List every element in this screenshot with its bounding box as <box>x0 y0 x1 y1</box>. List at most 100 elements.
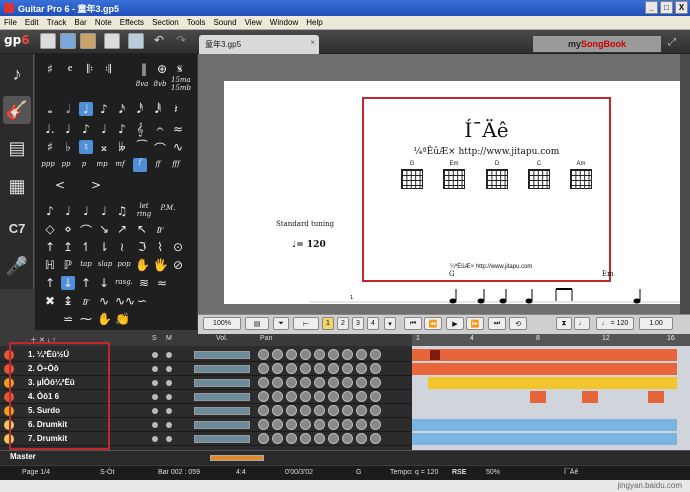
accent-note-icon[interactable]: ♪ <box>43 204 57 218</box>
repeat-close-icon[interactable]: 𝄇 <box>101 62 115 77</box>
voice-3-button[interactable]: 3 <box>352 317 364 330</box>
volume-swell-icon[interactable]: ✖ <box>43 294 57 308</box>
solo-toggle[interactable] <box>152 352 158 358</box>
solo-toggle[interactable] <box>152 408 158 414</box>
pick-up-icon[interactable]: ↿ <box>79 240 93 254</box>
view-mode-icon[interactable]: ⏷ <box>273 317 289 330</box>
natural-icon[interactable]: ♮ <box>79 140 93 154</box>
heavy-accent-icon[interactable]: ♩ <box>79 204 93 218</box>
solo-toggle[interactable] <box>152 394 158 400</box>
voice-1-button[interactable]: 1 <box>322 317 334 330</box>
rasgueado-button[interactable]: rasg. <box>115 278 133 286</box>
grace-note-icon[interactable]: ♪ <box>115 122 129 136</box>
timeline-bars-track-3[interactable] <box>428 377 677 389</box>
tremolo-bar-icon[interactable]: ≈ <box>171 122 185 136</box>
staccato-icon[interactable]: ♩ <box>61 204 75 218</box>
sixty-fourth-note-icon[interactable]: 𝅘𝅥𝅱 <box>151 102 165 117</box>
tab-up-icon[interactable]: ↥ <box>61 240 75 254</box>
dead-note-icon[interactable]: ♫ <box>115 204 129 218</box>
menu-track[interactable]: Track <box>43 18 71 27</box>
first-bar-icon[interactable]: ⏮ <box>404 317 422 330</box>
volume-slider[interactable] <box>194 393 250 401</box>
octave-8va-button[interactable]: 8va <box>135 80 149 88</box>
sharp-icon[interactable]: ♯ <box>43 140 57 154</box>
fast-forward-icon[interactable]: ⏩ <box>466 317 484 330</box>
octave-15mb-button[interactable]: 15mb <box>171 84 191 92</box>
segno-icon[interactable]: 𝄋 <box>173 62 187 77</box>
tenuto-icon[interactable]: ♩ <box>97 204 111 218</box>
whammy-icon[interactable]: ∿ <box>97 294 111 308</box>
arrow-up-icon[interactable]: ↑ <box>43 276 57 290</box>
tab-document[interactable]: 童年3.gp5 × <box>199 35 319 54</box>
minimize-button[interactable]: _ <box>645 1 658 14</box>
double-sharp-icon[interactable]: 𝄪 <box>97 140 111 155</box>
menu-file[interactable]: File <box>0 18 21 27</box>
maximize-button[interactable]: □ <box>660 1 673 14</box>
volume-slider[interactable] <box>194 407 250 415</box>
time-signature-icon[interactable]: 𝄴 <box>63 62 77 77</box>
coda-icon[interactable]: ⊕ <box>155 62 169 76</box>
vertical-scrollbar[interactable] <box>680 54 690 314</box>
crescendo-icon[interactable]: < <box>45 178 75 192</box>
sixteenth-note-icon[interactable]: 𝅘𝅥𝅯 <box>115 102 129 117</box>
menu-view[interactable]: View <box>241 18 266 27</box>
thirty-second-note-icon[interactable]: 𝅘𝅥𝅰 <box>133 102 147 117</box>
clap-hands-icon[interactable]: 👏 <box>115 312 130 326</box>
timeline-bars-track-2[interactable] <box>412 363 677 375</box>
brush-down-icon[interactable]: ↓ <box>97 276 111 290</box>
mute-toggle[interactable] <box>166 408 172 414</box>
slur-icon[interactable]: ⁀ <box>135 140 149 154</box>
volume-slider[interactable] <box>194 435 250 443</box>
undo-icon[interactable]: ↶ <box>154 33 164 47</box>
timeline-bars-track-6[interactable] <box>412 419 677 431</box>
menu-tools[interactable]: Tools <box>183 18 210 27</box>
dynamic-fff[interactable]: fff <box>169 160 183 168</box>
solo-toggle[interactable] <box>152 422 158 428</box>
decrescendo-icon[interactable]: > <box>81 178 111 192</box>
mute-toggle[interactable] <box>166 422 172 428</box>
menu-window[interactable]: Window <box>266 18 302 27</box>
multivoice-icon[interactable]: ⊢ <box>293 317 319 330</box>
mute-toggle[interactable] <box>166 394 172 400</box>
solo-toggle[interactable] <box>152 436 158 442</box>
page-layout-select[interactable]: ▤ <box>245 317 269 330</box>
hand-open-icon[interactable]: 🖐 <box>153 258 168 272</box>
chord-diagram-icon[interactable]: C7 <box>3 214 31 242</box>
count-in-icon[interactable]: ♩ <box>574 317 590 330</box>
solo-toggle[interactable] <box>152 366 158 372</box>
bend-up-icon[interactable]: ↖ <box>135 222 149 236</box>
timeline-bars-track-7[interactable] <box>412 433 677 445</box>
hammer-icon[interactable]: ⌒ <box>79 222 93 239</box>
microphone-icon[interactable]: 🎤 <box>3 252 31 280</box>
dynamic-pp[interactable]: pp <box>59 160 73 168</box>
fermata-icon[interactable]: 𝄐 <box>153 122 167 137</box>
slide-icon[interactable]: ⋄ <box>61 222 75 236</box>
trill-icon[interactable]: 𝆖 <box>153 222 167 237</box>
close-button[interactable]: X <box>675 1 688 14</box>
pick-down-icon[interactable]: ⇂ <box>97 240 111 254</box>
menu-bar-item[interactable]: Bar <box>70 18 90 27</box>
vibrato-wide-icon[interactable]: ∿∿ <box>115 294 135 308</box>
tempo-field[interactable]: ♩ = 120 <box>596 317 634 330</box>
instrument-guitar-icon[interactable]: 🎸 <box>3 96 31 124</box>
fade-in-icon[interactable]: ↨ <box>61 294 75 308</box>
bend-icon[interactable]: ⌒ <box>153 140 167 157</box>
speed-field[interactable]: 1.00 <box>639 317 673 330</box>
mute-toggle[interactable] <box>166 380 172 386</box>
half-note-icon[interactable]: 𝅗𝅥 <box>61 102 75 117</box>
more-options-icon[interactable]: ▾ <box>384 317 396 330</box>
mute-toggle[interactable] <box>166 436 172 442</box>
tremolo-icon[interactable]: 𝄞 <box>133 122 147 137</box>
arrow-down-icon[interactable]: ↓ <box>61 276 75 290</box>
wavy-icon[interactable]: ≀ <box>115 240 129 254</box>
rewind-icon[interactable]: ⏪ <box>424 317 442 330</box>
dynamic-ff[interactable]: ff <box>151 160 165 168</box>
menu-help[interactable]: Help <box>302 18 326 27</box>
zoom-select[interactable]: 100% <box>203 317 241 330</box>
slap-button[interactable]: slap <box>97 260 113 268</box>
mysongbook-button[interactable]: my SongBook <box>533 36 661 52</box>
dynamic-ppp[interactable]: ppp <box>41 160 55 168</box>
triplet-icon[interactable]: ♪ <box>79 122 93 136</box>
clap-icon[interactable]: ✋ <box>97 312 112 326</box>
solo-toggle[interactable] <box>152 380 158 386</box>
